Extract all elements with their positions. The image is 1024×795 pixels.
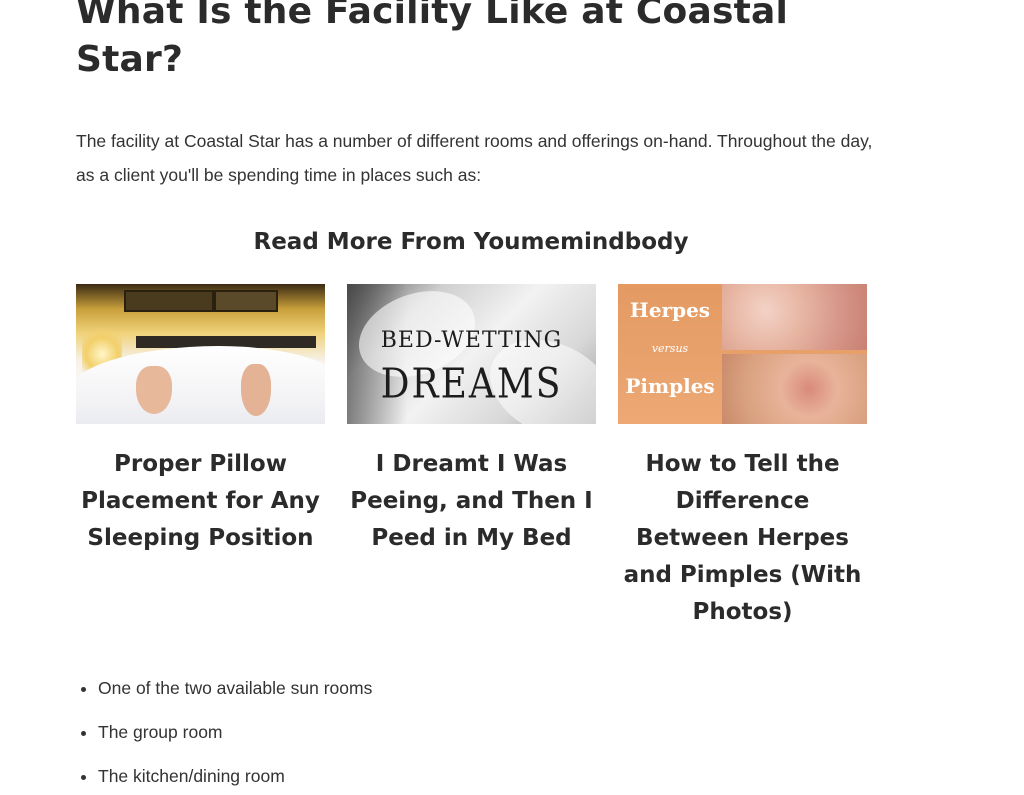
image-caption-line2: DREAMS <box>380 360 563 409</box>
intro-paragraph: The facility at Coastal Star has a numbe… <box>76 131 873 185</box>
bed-wetting-dreams-image[interactable]: BED-WETTING DREAMS <box>347 284 596 424</box>
herpes-vs-pimples-image[interactable]: Herpes versus Pimples <box>618 284 867 424</box>
read-more-title: Read More From Youmemindbody <box>253 229 689 255</box>
read-more-card-pillow[interactable]: Proper Pillow Placement for Any Sleeping… <box>76 284 325 557</box>
image-text-pimples: Pimples <box>625 374 715 398</box>
image-caption-line1: BED-WETTING <box>380 328 563 353</box>
skin-photo-bottom <box>722 354 867 424</box>
article-page: What Is the Facility Like at Coastal Sta… <box>0 0 1024 795</box>
read-more-card-bedwetting[interactable]: BED-WETTING DREAMS I Dreamt I Was Peeing… <box>347 284 596 557</box>
card-title[interactable]: I Dreamt I Was Peeing, and Then I Peed i… <box>347 446 596 557</box>
image-text-versus: versus <box>651 342 689 355</box>
list-item: The kitchen/dining room <box>98 758 798 795</box>
skin-photo-top <box>722 284 867 350</box>
list-item: The group room <box>98 714 798 758</box>
section-heading: What Is the Facility Like at Coastal Sta… <box>76 0 789 80</box>
card-title[interactable]: How to Tell the Difference Between Herpe… <box>618 446 867 631</box>
foot <box>136 366 172 414</box>
foot <box>241 364 271 416</box>
card-title[interactable]: Proper Pillow Placement for Any Sleeping… <box>76 446 325 557</box>
image-text-herpes: Herpes <box>629 298 711 322</box>
list-item: One of the two available sun rooms <box>98 670 798 714</box>
picture-frame <box>214 290 278 312</box>
bed-feet-image[interactable] <box>76 284 325 424</box>
picture-frame <box>124 290 214 312</box>
rooms-list: One of the two available sun rooms The g… <box>76 670 798 795</box>
read-more-card-herpes[interactable]: Herpes versus Pimples How to Tell the Di… <box>618 284 867 631</box>
